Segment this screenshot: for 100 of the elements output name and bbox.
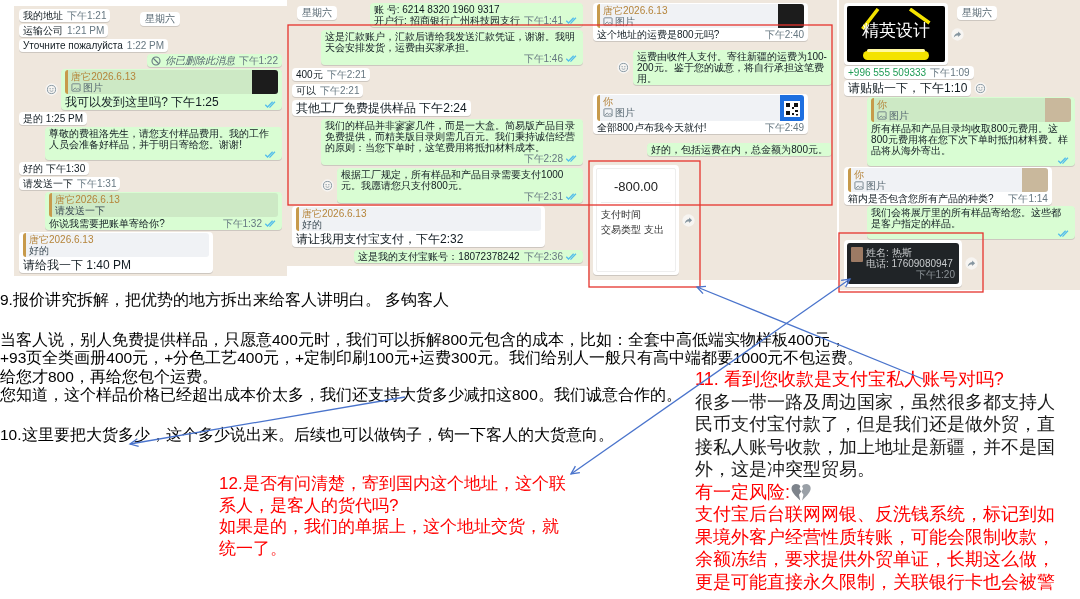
message-text: 可以: [296, 85, 316, 96]
quote-text: 好的: [29, 245, 50, 256]
message-text: 这个地址的运费是800元吗?: [597, 29, 720, 40]
message-text: 请给我一下 1:40 PM: [23, 258, 132, 272]
quote-text: 好的: [302, 219, 323, 230]
message-text: 我们会将展厅里的所有样品寄给您。这些都是客户指定的样品。: [871, 207, 1063, 229]
receipt-field: 交易类型 支出: [601, 224, 664, 235]
quote-text: 图片: [866, 180, 886, 191]
message-text: 我的地址: [23, 10, 63, 21]
message-time: 下午1:20: [915, 269, 955, 280]
message-text: 请发送一下: [23, 178, 73, 189]
date-chip: 星期六: [297, 6, 337, 20]
message-time: 下午1:41: [523, 15, 563, 26]
quote-author: 唐它2026.6.13: [71, 71, 137, 82]
message-text: 箱内是否包含您所有产品的种类?: [848, 193, 994, 204]
risk-label: 有一定风险:: [695, 480, 790, 503]
message-time: 1:22 PM: [126, 40, 165, 51]
message-text: 账 号: 6214 8320 1960 9317 开户行: 招商银行广州科技园支行: [373, 4, 520, 26]
message-time: 下午2:21: [320, 85, 360, 96]
quote-author: 唐它2026.6.13: [603, 5, 669, 16]
annotation-text: 12.是否有问清楚，寄到国内这个地址，这个联 系人，是客人的货代吗?: [219, 473, 566, 516]
quote-author: 你: [603, 96, 614, 107]
annotation-text: 支付宝后台联网网银、反洗钱系统，标记到如 果境外客户经营性质转账，可能会限制收款， 余额冻结，要求提供外贸单证，长期这么做， 更是可能直接永久限制，关联银行卡也会被警: [695, 503, 1055, 593]
emoji-reaction-icon[interactable]: [974, 81, 988, 95]
quote-author: 你: [854, 169, 865, 180]
quoted-message[interactable]: 唐它2026.6.13 请发送一下: [49, 193, 278, 217]
message-text: 我可以发到这里吗? 下午1:25: [65, 95, 219, 109]
quote-author: 你: [877, 99, 889, 110]
annotation-text: 很多一带一路及周边国家，虽然很多都支持人 民币支付宝付款了，但是我们还是做外贸，直 接私人账号收款，加上地址是新疆，并不是国 外，这是冲突型贸易。: [695, 390, 1055, 481]
emoji-reaction-icon[interactable]: [45, 83, 59, 96]
message-text: 请让我用支付宝支付，下午2:32: [296, 232, 464, 246]
message-text: Уточните пожалуйста: [23, 40, 123, 51]
receipt-field: 支付时间: [601, 209, 641, 220]
message-text: 尊敬的费祖洛先生，请您支付样品费用。我的工作人员会准备好样品，并于明日寄给您。谢谢!: [49, 128, 271, 150]
message-text: 400元: [296, 69, 323, 80]
message-text: 你说我需要把账单寄给你?: [49, 218, 165, 229]
message-time: 下午2:31: [523, 191, 563, 202]
forward-icon[interactable]: [951, 27, 964, 41]
phone-number[interactable]: +996 555 509333: [848, 67, 927, 78]
photo-thumbnail: [1045, 98, 1071, 122]
message-time: 下午1:14: [1008, 193, 1048, 204]
message-time: 下午2:36: [523, 251, 563, 262]
photo-icon: [854, 181, 864, 190]
receipt-amount: -800.00: [613, 178, 659, 196]
quoted-message[interactable]: 你 图片: [871, 98, 1071, 122]
quoted-message[interactable]: 唐它2026.6.13 图片: [65, 70, 278, 94]
photo-thumbnail: [778, 4, 805, 28]
message-text: 根据工厂规定，所有样品和产品目录需要支付1000元。我愿请您只支付800元。: [341, 169, 565, 191]
logo-text: 精英设计: [862, 21, 930, 41]
message-time: 下午1:31: [77, 178, 117, 189]
message-text: 所有样品和产品目录均收取800元费用。这800元费用将在您下次下单时抵扣材料费。样品将从海外寄出。: [871, 123, 1069, 156]
photo-thumbnail: [252, 70, 278, 94]
message-time: 下午2:40: [764, 29, 805, 40]
quoted-message[interactable]: 你 图片: [848, 168, 1048, 192]
message-text: 请贴贴一下，下午1:10: [848, 81, 968, 95]
card-field: 电话: 17609080947: [866, 258, 955, 269]
message-time: 下午1:22: [238, 55, 278, 66]
message-time: 下午1:09: [930, 67, 970, 78]
quote-author: 唐它2026.6.13: [55, 194, 121, 205]
message-text: 是的 1:25 PM: [23, 113, 84, 124]
annotation-text: 如果是的，我们的单据上，这个地址交货，就 统一了。: [219, 516, 559, 559]
message-time: 下午1:46: [523, 53, 563, 64]
photo-icon: [877, 111, 888, 120]
message-text: 运输公司: [23, 25, 63, 36]
message-text: 运费由收件人支付。寄往新疆的运费为100-200元。鉴于您的诚意，将自行承担这笔费用。: [636, 51, 828, 84]
message-time: 下午2:28: [523, 153, 563, 164]
quoted-message[interactable]: 唐它2026.6.13 好的: [296, 207, 541, 231]
quote-author: 唐它2026.6.13: [29, 234, 95, 245]
photo-icon: [603, 108, 613, 117]
glow-bar-drawing: [863, 49, 929, 60]
avatar-photo: [851, 247, 863, 262]
photo-icon: [71, 83, 82, 92]
date-chip: 星期六: [957, 6, 997, 20]
forward-icon[interactable]: [965, 257, 978, 270]
quote-text: 图片: [83, 82, 104, 93]
photo-thumbnail: [1021, 168, 1048, 192]
message-text: 我们的样品并非寥寥几件，而是一大盒。简易版产品目录免费提供，而精美版目录则需几百元。我们秉持诚信经营的原则：当您下单时，这笔费用将抵扣材料成本。: [325, 120, 577, 153]
emoji-reaction-icon[interactable]: [321, 179, 335, 192]
quote-text: 图片: [615, 107, 635, 118]
note-paragraph: 给您才800，再给您包个运费。 您知道，这个样品价格已经超出成本价太多，我们还支持大货多少减扣这800。我们诚意合作的。: [0, 367, 682, 405]
message-text: 你已删除此消息: [164, 55, 235, 66]
quoted-message[interactable]: 你 图片: [597, 95, 805, 121]
message-text: 好的，包括运费在内，总金额为800元。: [651, 144, 828, 155]
date-chip: 星期六: [140, 12, 180, 26]
quoted-message[interactable]: 唐它2026.6.13 好的: [23, 233, 209, 257]
message-text: 这是我的支付宝账号：18072378242: [358, 251, 520, 262]
message-time: 1:21 PM: [67, 25, 105, 36]
message-time: 下午1:21: [67, 10, 107, 21]
emoji-reaction-icon[interactable]: [616, 61, 630, 74]
card-field: 姓名: 热斯: [866, 247, 955, 258]
message-time: 下午1:32: [222, 218, 262, 229]
message-text: 这是汇款账户，汇款后请给我发送汇款凭证，谢谢。我明天会安排发货，运费由买家承担。: [325, 31, 577, 53]
message-text: 好的 下午1:30: [23, 163, 86, 174]
forward-icon[interactable]: [682, 213, 695, 227]
message-text: 其他工厂免费提供样品 下午2:24: [296, 101, 467, 115]
message-time: 下午2:21: [326, 69, 367, 80]
photo-icon: [603, 17, 613, 26]
quote-author: 唐它2026.6.13: [302, 208, 368, 219]
quote-text: 请发送一下: [55, 205, 107, 216]
note-heading: 9.报价讲究拆解，把优势的地方拆出来给客人讲明白。 多钩客人: [0, 290, 450, 310]
